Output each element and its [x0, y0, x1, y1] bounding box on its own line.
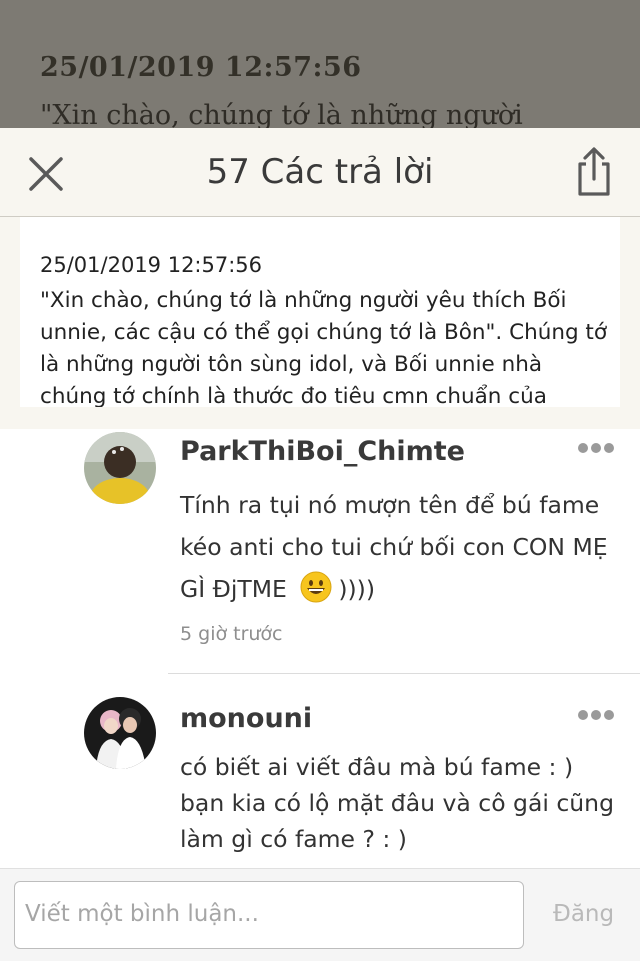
more-dots-icon	[578, 443, 588, 453]
more-dot	[591, 443, 601, 453]
comment-more-button[interactable]	[578, 705, 618, 721]
background-text: "Xin chào, chúng tớ là những người	[40, 100, 523, 130]
comment-input-box[interactable]	[14, 881, 524, 949]
background-document: 25/01/2019 12:57:56 "Xin chào, chúng tớ …	[0, 0, 640, 130]
comment-text-part: ))))	[338, 575, 376, 603]
quote-date: 25/01/2019 12:57:56	[40, 253, 263, 277]
quote-body: "Xin chào, chúng tớ là những người yêu t…	[40, 288, 608, 407]
comment-item: monouni có biết ai viết đâu mà bú fame :…	[0, 697, 640, 868]
more-dot	[604, 443, 614, 453]
share-button[interactable]	[570, 146, 618, 198]
more-dots-icon	[578, 710, 588, 720]
post-button[interactable]: Đăng	[553, 901, 614, 927]
comment-composer: Đăng	[0, 868, 640, 961]
background-date: 25/01/2019 12:57:56	[40, 52, 362, 83]
comment-username[interactable]: monouni	[180, 703, 312, 734]
comment-text: Tính ra tụi nó mượn tên để bú fame kéo a…	[180, 484, 620, 610]
comment-timestamp: 5 giờ trước	[180, 623, 283, 645]
comment-text-part: Tính ra tụi nó mượn tên để bú fame kéo a…	[180, 491, 608, 603]
comment-item: ParkThiBoi_Chimte Tính ra tụi nó mượn tê…	[0, 430, 640, 674]
avatar-image	[84, 697, 156, 769]
comment-input[interactable]	[15, 882, 505, 946]
grinning-face-emoji-icon	[300, 571, 332, 603]
more-dot	[591, 710, 601, 720]
quoted-passage-card: 25/01/2019 12:57:56 "Xin chào, chúng tớ …	[20, 217, 620, 407]
avatar[interactable]	[84, 697, 156, 769]
share-icon	[578, 147, 610, 196]
avatar[interactable]	[84, 432, 156, 504]
more-dot	[604, 710, 614, 720]
replies-header: 57 Các trả lời	[0, 128, 640, 217]
comment-more-button[interactable]	[578, 438, 618, 454]
avatar-image	[84, 432, 156, 504]
comment-text: có biết ai viết đâu mà bú fame : ) bạn k…	[180, 753, 614, 853]
comment-divider	[168, 673, 640, 674]
replies-count-title: 57 Các trả lời	[206, 152, 434, 192]
comment-username[interactable]: ParkThiBoi_Chimte	[180, 436, 465, 467]
quoted-passage-section: 25/01/2019 12:57:56 "Xin chào, chúng tớ …	[0, 217, 640, 429]
